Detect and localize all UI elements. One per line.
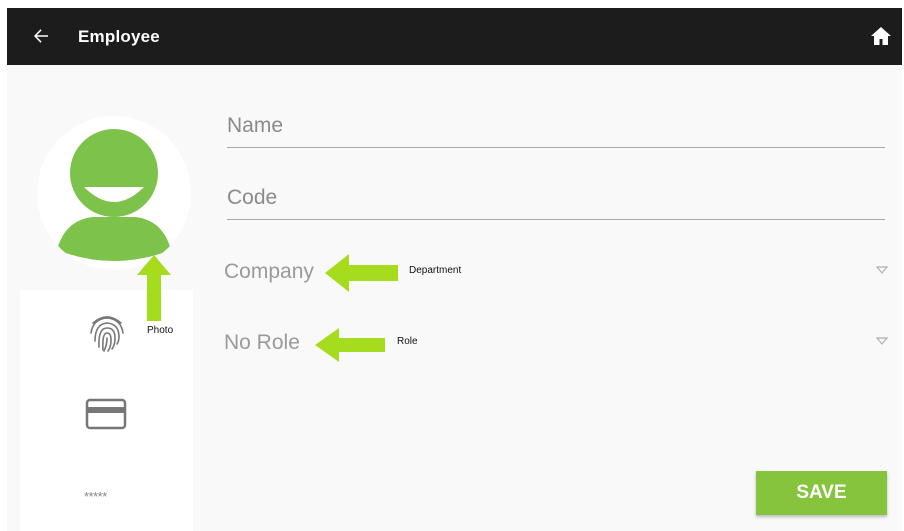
code-input[interactable] [227, 180, 885, 220]
arrow-left-icon [34, 29, 48, 43]
fingerprint-icon [90, 316, 124, 352]
role-annotation-arrow [315, 328, 385, 362]
role-select-value: No Role [224, 331, 300, 354]
pin-button[interactable]: ***** [84, 489, 107, 504]
save-button[interactable]: SAVE [756, 471, 887, 515]
home-icon [871, 27, 891, 45]
home-button[interactable] [869, 24, 893, 48]
role-annotation-label: Role [397, 336, 418, 347]
back-button[interactable] [29, 24, 53, 48]
page-title: Employee [78, 27, 160, 46]
photo-annotation-label: Photo [147, 325, 174, 336]
name-input[interactable] [227, 108, 885, 148]
credit-card-icon [85, 398, 127, 430]
photo-avatar[interactable] [37, 116, 191, 270]
app-bar: Employee [7, 8, 902, 65]
department-annotation-label: Department [409, 265, 462, 276]
photo-annotation-arrow [137, 255, 171, 321]
user-avatar-icon [37, 116, 191, 270]
app-window: Employee ***** Name Code Company No Role… [7, 8, 902, 531]
fingerprint-button[interactable] [87, 311, 127, 360]
department-annotation-arrow [325, 254, 398, 292]
card-button[interactable] [85, 398, 127, 435]
chevron-down-icon [876, 337, 888, 345]
company-select-value: Company [224, 260, 314, 283]
chevron-down-icon [876, 266, 888, 274]
